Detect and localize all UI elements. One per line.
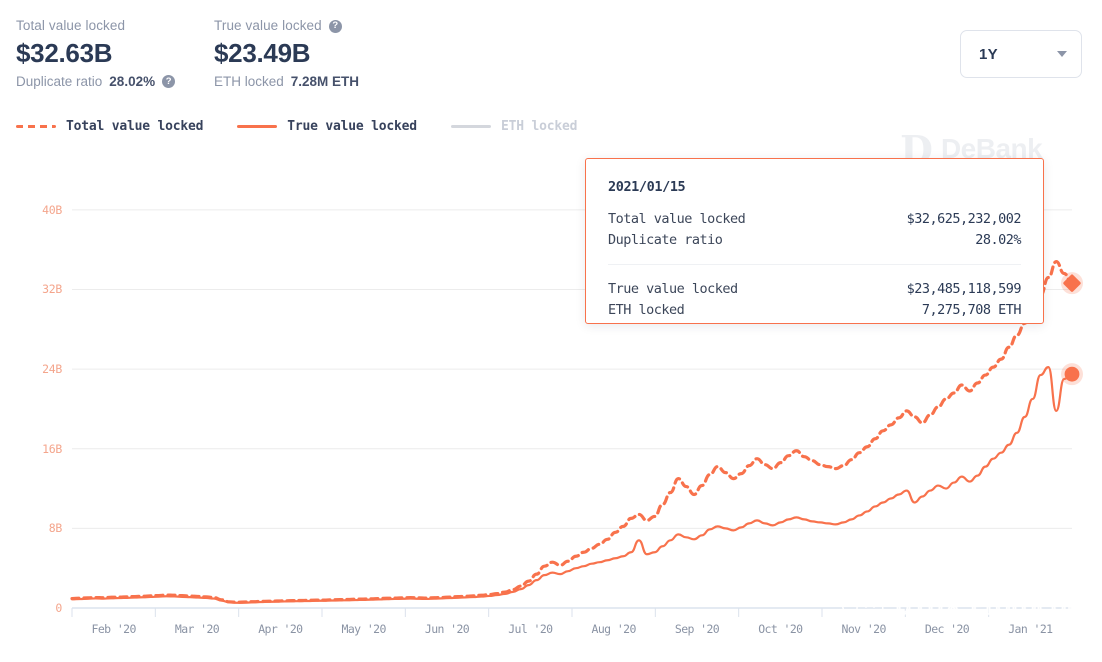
- x-axis-tick: Apr '20: [258, 622, 302, 636]
- legend-item-total-value-locked[interactable]: Total value locked: [16, 119, 203, 134]
- legend-swatch-disabled-icon: [451, 125, 491, 128]
- stat-total-value-locked: Total value locked $32.63B Duplicate rat…: [16, 18, 175, 90]
- y-axis-tick: 32B: [42, 282, 62, 296]
- x-axis-tick: Sep '20: [675, 622, 719, 636]
- tooltip-group-total: Total value locked $32,625,232,002 Dupli…: [608, 209, 1021, 251]
- legend-item-eth-locked[interactable]: ETH locked: [451, 119, 577, 134]
- x-axis-tick: Jun '20: [425, 622, 469, 636]
- stat-label-text: True value locked: [214, 18, 322, 34]
- tooltip-date: 2021/01/15: [608, 179, 1021, 195]
- y-axis-tick: 40B: [42, 203, 62, 217]
- legend-swatch-dashed-icon: [16, 125, 56, 128]
- stat-sub-label: ETH locked: [214, 73, 284, 90]
- chart-tooltip: 2021/01/15 Total value locked $32,625,23…: [585, 158, 1044, 324]
- x-axis-tick: Mar '20: [175, 622, 219, 636]
- legend-label: ETH locked: [501, 119, 577, 134]
- stat-label: Total value locked: [16, 18, 175, 34]
- stat-value: $32.63B: [16, 37, 175, 69]
- chevron-down-icon: [1057, 51, 1067, 57]
- tooltip-row: Duplicate ratio 28.02%: [608, 230, 1021, 251]
- legend-swatch-solid-icon: [237, 125, 277, 128]
- stat-true-value-locked: True value locked ? $23.49B ETH locked 7…: [214, 18, 359, 90]
- question-mark-icon[interactable]: ?: [329, 20, 342, 33]
- stat-sub-row: ETH locked 7.28M ETH: [214, 73, 359, 90]
- x-axis-tick: Jul '20: [508, 622, 552, 636]
- legend-label: True value locked: [287, 119, 417, 134]
- x-axis-tick: Feb '20: [92, 622, 136, 636]
- tooltip-row: True value locked $23,485,118,599: [608, 279, 1021, 300]
- tooltip-row-value: $32,625,232,002: [907, 209, 1021, 230]
- legend-item-true-value-locked[interactable]: True value locked: [237, 119, 417, 134]
- stat-label-text: Total value locked: [16, 18, 125, 34]
- tooltip-row-value: $23,485,118,599: [907, 279, 1021, 300]
- time-range-select[interactable]: 1Y: [960, 30, 1082, 78]
- time-range-value: 1Y: [979, 46, 998, 63]
- stat-sub-value: 28.02%: [109, 73, 155, 90]
- stat-value: $23.49B: [214, 37, 359, 69]
- x-axis-tick: Jan '21: [1008, 622, 1052, 636]
- stat-sub-row: Duplicate ratio 28.02% ?: [16, 73, 175, 90]
- x-axis-tick: Dec '20: [925, 622, 969, 636]
- question-mark-icon[interactable]: ?: [162, 75, 175, 88]
- y-axis-tick: 16B: [42, 442, 62, 456]
- x-axis-tick: Nov '20: [842, 622, 886, 636]
- stat-label: True value locked ?: [214, 18, 359, 34]
- tooltip-row-label: ETH locked: [608, 300, 684, 321]
- tooltip-row: ETH locked 7,275,708 ETH: [608, 300, 1021, 321]
- tooltip-row-label: True value locked: [608, 279, 738, 300]
- tooltip-row-value: 28.02%: [975, 230, 1021, 251]
- y-axis-tick: 0: [55, 601, 62, 615]
- y-axis-tick: 24B: [42, 362, 62, 376]
- stat-sub-label: Duplicate ratio: [16, 73, 102, 90]
- stat-sub-value: 7.28M ETH: [291, 73, 359, 90]
- x-axis-tick: May '20: [342, 622, 386, 636]
- x-axis-tick: Aug '20: [592, 622, 636, 636]
- tooltip-group-true: True value locked $23,485,118,599 ETH lo…: [608, 264, 1021, 321]
- tooltip-row-label: Duplicate ratio: [608, 230, 722, 251]
- y-axis-tick: 8B: [49, 521, 62, 535]
- tooltip-row-label: Total value locked: [608, 209, 745, 230]
- defi-tvl-chart-panel: Total value locked $32.63B Duplicate rat…: [0, 0, 1102, 662]
- stats-header: Total value locked $32.63B Duplicate rat…: [0, 0, 1102, 104]
- legend-label: Total value locked: [66, 119, 203, 134]
- tooltip-row: Total value locked $32,625,232,002: [608, 209, 1021, 230]
- chart-legend: Total value locked True value locked ETH…: [16, 119, 577, 134]
- tooltip-row-value: 7,275,708 ETH: [922, 300, 1021, 321]
- x-axis-tick: Oct '20: [758, 622, 802, 636]
